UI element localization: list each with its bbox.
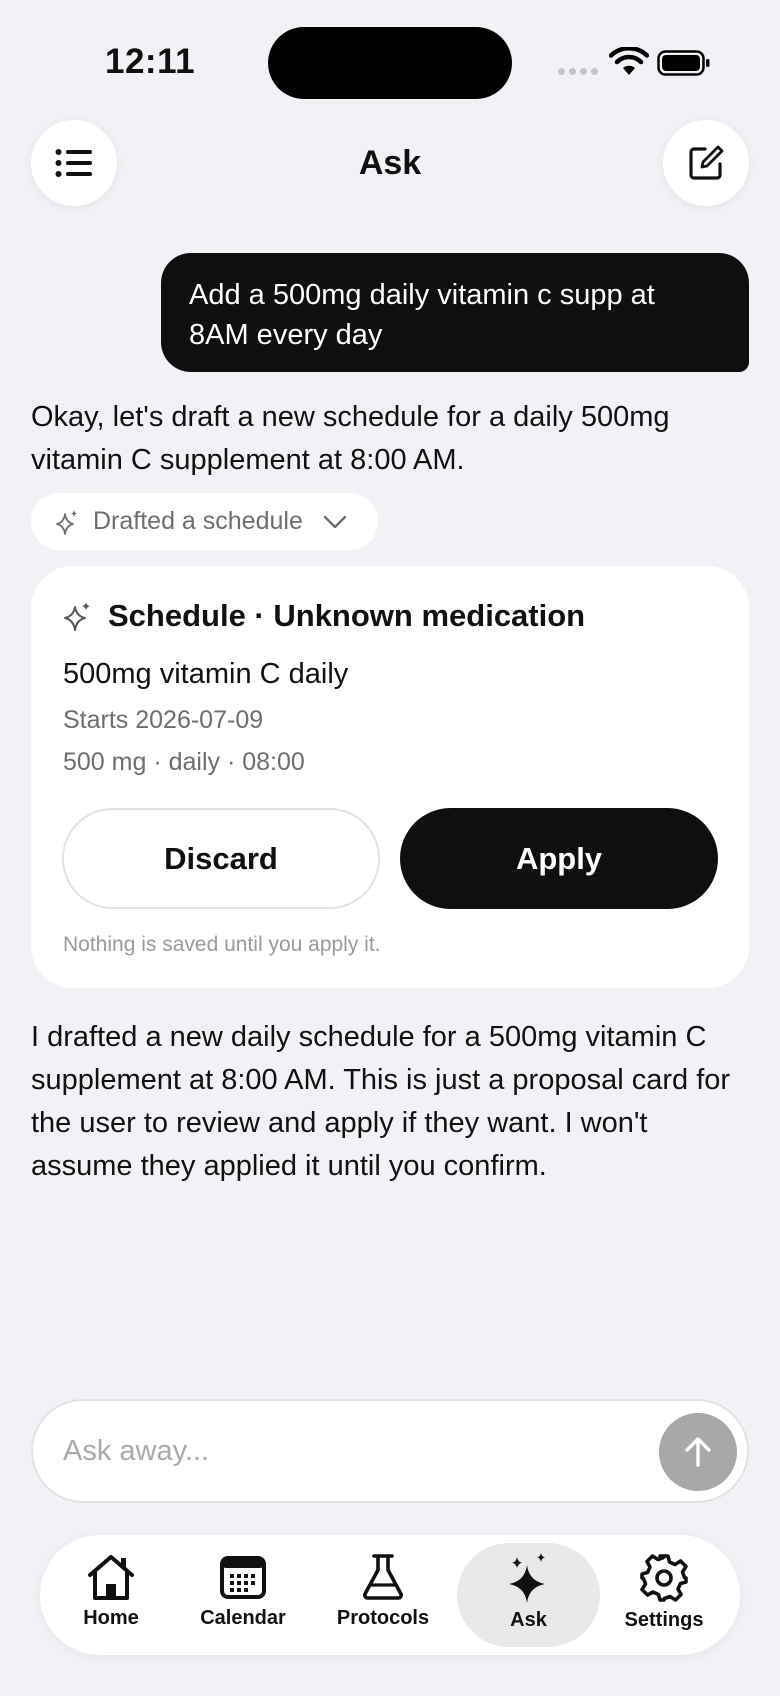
tab-label: Ask	[510, 1609, 547, 1631]
card-start-date: Starts 2026-07-09	[63, 706, 264, 734]
new-chat-button[interactable]	[663, 120, 749, 206]
tab-calendar[interactable]: Calendar	[190, 1543, 296, 1647]
tab-label: Settings	[624, 1609, 704, 1631]
sparkle-icon	[64, 602, 90, 631]
card-title: Schedule · Unknown medication	[108, 598, 586, 633]
card-dose-details: 500 mg · daily · 08:00	[63, 748, 305, 776]
tab-home[interactable]: Home	[58, 1543, 164, 1647]
card-subtitle: 500mg vitamin C daily	[63, 658, 349, 690]
dynamic-island	[268, 27, 512, 99]
sparkle-icon	[508, 1553, 545, 1603]
assistant-message: I drafted a new daily schedule for a 500…	[31, 1021, 731, 1182]
tab-bar: Home Calendar Protocols Ask Settings	[40, 1535, 740, 1655]
chip-label: Drafted a schedule	[93, 507, 303, 535]
chevron-down-icon	[323, 515, 347, 528]
sparkle-icon	[56, 509, 77, 535]
composer	[31, 1399, 749, 1503]
cellular-signal-icon	[558, 68, 598, 75]
schedule-proposal-card: Schedule · Unknown medication 500mg vita…	[31, 566, 749, 988]
apply-button[interactable]: Apply	[400, 808, 718, 909]
send-button[interactable]	[659, 1413, 737, 1491]
discard-button[interactable]: Discard	[62, 808, 380, 909]
ask-input[interactable]	[63, 1425, 643, 1477]
tab-label: Protocols	[336, 1607, 430, 1629]
user-message-bubble: Add a 500mg daily vitamin c supp at 8AM …	[161, 253, 749, 372]
wifi-icon	[609, 47, 649, 75]
tab-settings[interactable]: Settings	[604, 1543, 724, 1647]
card-header: Schedule · Unknown medication	[64, 598, 585, 634]
drafted-schedule-chip[interactable]: Drafted a schedule	[31, 493, 378, 550]
card-note: Nothing is saved until you apply it.	[63, 933, 381, 956]
compose-icon	[689, 145, 724, 180]
flask-icon	[363, 1554, 403, 1600]
tab-label: Home	[83, 1607, 139, 1629]
battery-icon	[657, 50, 710, 76]
arrow-up-icon	[685, 1437, 711, 1467]
tab-protocols[interactable]: Protocols	[330, 1543, 436, 1647]
gear-icon	[640, 1554, 688, 1602]
calendar-icon	[220, 1556, 266, 1599]
status-time: 12:11	[105, 42, 196, 81]
home-icon	[88, 1555, 134, 1600]
tab-ask[interactable]: Ask	[457, 1543, 600, 1647]
tab-label: Calendar	[200, 1607, 286, 1629]
assistant-message: Okay, let's draft a new schedule for a d…	[31, 401, 670, 476]
